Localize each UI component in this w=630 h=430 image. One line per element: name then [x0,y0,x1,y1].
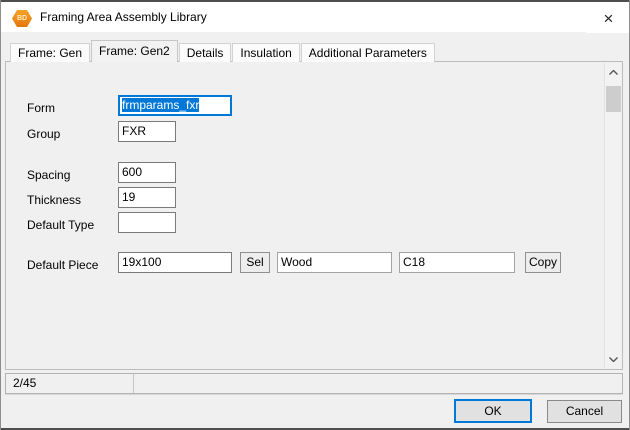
thickness-label: Thickness [27,190,81,211]
status-bar: 2/45 [5,373,623,394]
record-indicator: 2/45 [6,374,134,393]
tab-insulation[interactable]: Insulation [232,43,299,62]
background-app-edge-top [1,0,630,2]
group-input[interactable]: FXR [118,121,176,142]
ok-button[interactable]: OK [454,399,532,423]
form-label: Form [27,98,55,119]
bd-hexagon-app-icon: BD [12,10,32,27]
status-bar-spacer [134,374,622,393]
tab-strip: Frame: Gen Frame: Gen2 Details Insulatio… [10,40,436,62]
tab-frame-gen[interactable]: Frame: Gen [10,43,90,62]
chevron-up-icon [609,70,618,75]
cancel-button[interactable]: Cancel [547,400,622,423]
spacing-label: Spacing [27,165,70,186]
form-input[interactable]: frmparams_fxr [118,95,232,116]
window-title: Framing Area Assembly Library [40,2,207,32]
close-button[interactable]: × [586,4,630,33]
dialog-window: BD Framing Area Assembly Library × Frame… [0,0,630,430]
scrollbar-thumb[interactable] [606,86,621,112]
select-piece-button[interactable]: Sel [240,252,270,273]
scroll-up-button[interactable] [605,64,622,80]
title-bar: BD Framing Area Assembly Library × [1,2,630,32]
grade-field: C18 [399,252,515,273]
tab-frame-gen2[interactable]: Frame: Gen2 [91,40,178,62]
thickness-input[interactable]: 19 [118,187,176,208]
tab-additional-parameters[interactable]: Additional Parameters [301,43,435,62]
material-field: Wood [277,252,392,273]
tab-details[interactable]: Details [179,43,232,62]
default-piece-input[interactable]: 19x100 [118,252,232,273]
spacing-input[interactable]: 600 [118,162,176,183]
group-label: Group [27,124,60,145]
vertical-scrollbar[interactable] [604,63,621,368]
close-icon: × [604,10,614,27]
scroll-down-button[interactable] [605,351,622,367]
chevron-down-icon [609,357,618,362]
tab-page-panel: Form frmparams_fxr Group FXR Spacing 600… [5,61,623,370]
form-input-selected-text: frmparams_fxr [122,98,199,112]
default-piece-label: Default Piece [27,255,98,276]
copy-button[interactable]: Copy [525,252,561,273]
default-type-label: Default Type [27,215,94,236]
default-type-input[interactable] [118,212,176,233]
